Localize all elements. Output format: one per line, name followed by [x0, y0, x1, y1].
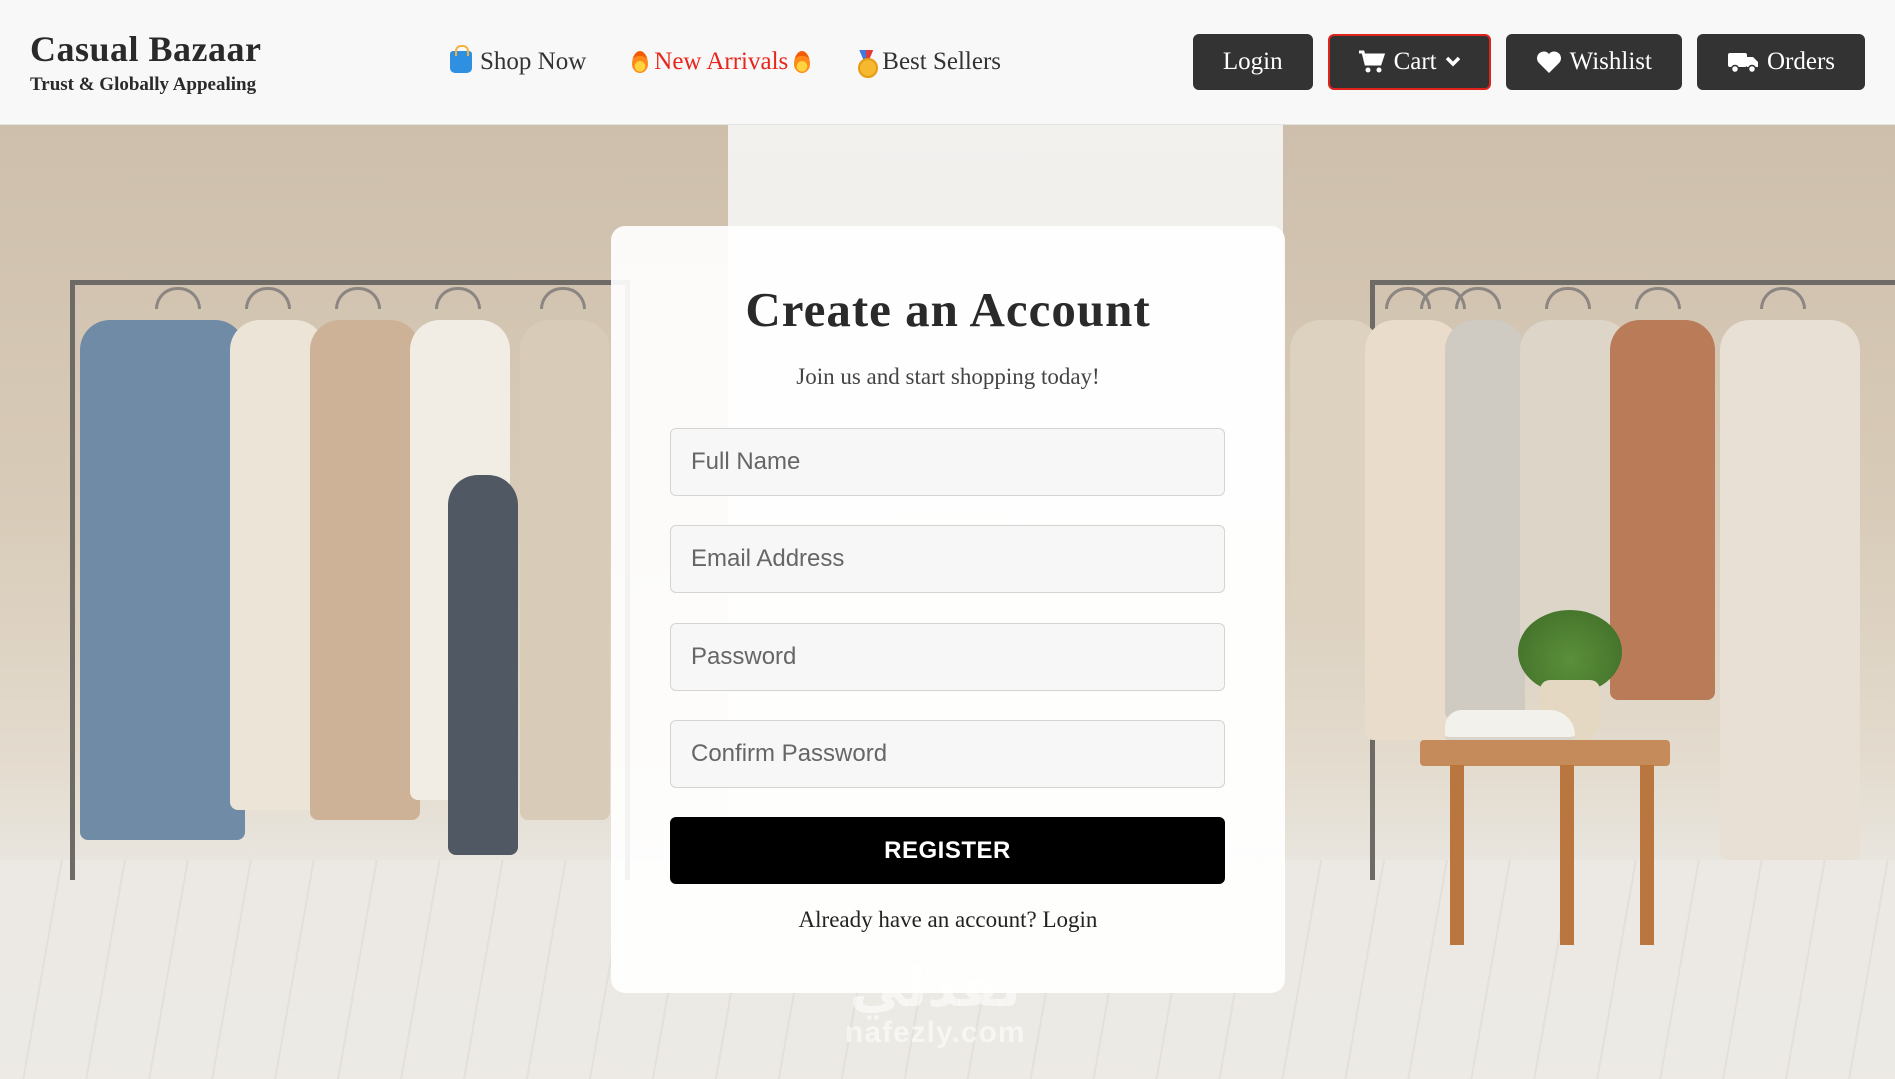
fire-icon — [632, 51, 649, 73]
form-subtitle: Join us and start shopping today! — [796, 364, 1100, 389]
cream-jumpsuit — [1720, 320, 1860, 860]
watermark-arabic: نفذلي — [849, 955, 1021, 1020]
main-nav: Shop Now New Arrivals Best Sellers — [450, 45, 1002, 78]
rust-shirt — [1610, 320, 1715, 700]
confirm-password-input[interactable] — [670, 720, 1225, 788]
wishlist-button-label: Wishlist — [1569, 48, 1652, 75]
striped-shirt — [1445, 320, 1525, 720]
table-leg — [1450, 765, 1464, 945]
white-sneakers — [1445, 710, 1575, 742]
brand-tagline: Trust & Globally Appealing — [30, 74, 257, 95]
nav-shop-now-label: Shop Now — [480, 48, 587, 75]
cart-button[interactable]: Cart — [1327, 34, 1491, 90]
site-header: Casual Bazaar Trust & Globally Appealing… — [0, 0, 1895, 125]
nav-shop-now[interactable]: Shop Now — [450, 45, 587, 76]
nav-new-arrivals[interactable]: New Arrivals — [632, 48, 811, 76]
truck-icon — [1727, 53, 1758, 74]
table-leg — [1560, 765, 1574, 945]
brand-name: Casual Bazaar — [30, 29, 262, 69]
header-actions: Login Cart Wishlist Orders — [1192, 34, 1865, 90]
nav-new-arrivals-label: New Arrivals — [654, 48, 789, 75]
login-prompt: Already have an account? Login — [611, 907, 1285, 933]
tan-jumpsuit — [310, 320, 420, 820]
denim-overalls — [80, 320, 245, 840]
login-button-label: Login — [1222, 48, 1283, 75]
side-table — [1420, 740, 1670, 766]
orders-button[interactable]: Orders — [1696, 34, 1865, 90]
orders-button-label: Orders — [1766, 48, 1835, 75]
cart-button-label: Cart — [1393, 48, 1437, 75]
fire-icon — [794, 51, 811, 73]
medal-icon — [856, 50, 879, 78]
heart-icon — [1536, 51, 1561, 73]
wishlist-button[interactable]: Wishlist — [1505, 34, 1682, 90]
register-button[interactable]: REGISTER — [670, 817, 1225, 884]
full-name-input[interactable] — [670, 428, 1225, 496]
login-button[interactable]: Login — [1192, 34, 1313, 90]
brand[interactable]: Casual Bazaar Trust & Globally Appealing — [30, 28, 262, 96]
table-leg — [1640, 765, 1654, 945]
beige-pants — [520, 320, 610, 820]
login-link[interactable]: Login — [1042, 907, 1097, 932]
password-input[interactable] — [670, 623, 1225, 691]
register-form-card: Create an Account Join us and start shop… — [611, 226, 1285, 993]
shopping-bag-icon — [450, 45, 472, 73]
nav-best-sellers[interactable]: Best Sellers — [856, 48, 1002, 78]
chevron-down-icon — [1445, 56, 1460, 67]
watermark-latin: nafezly.com — [845, 1016, 1026, 1049]
nav-best-sellers-label: Best Sellers — [882, 48, 1002, 75]
watermark: نفذلي nafezly.com — [845, 960, 1026, 1050]
dark-jeans — [448, 475, 518, 855]
cart-icon — [1358, 50, 1385, 73]
login-prompt-text: Already have an account? — [798, 907, 1043, 932]
form-title: Create an Account — [745, 282, 1151, 337]
email-input[interactable] — [670, 525, 1225, 593]
